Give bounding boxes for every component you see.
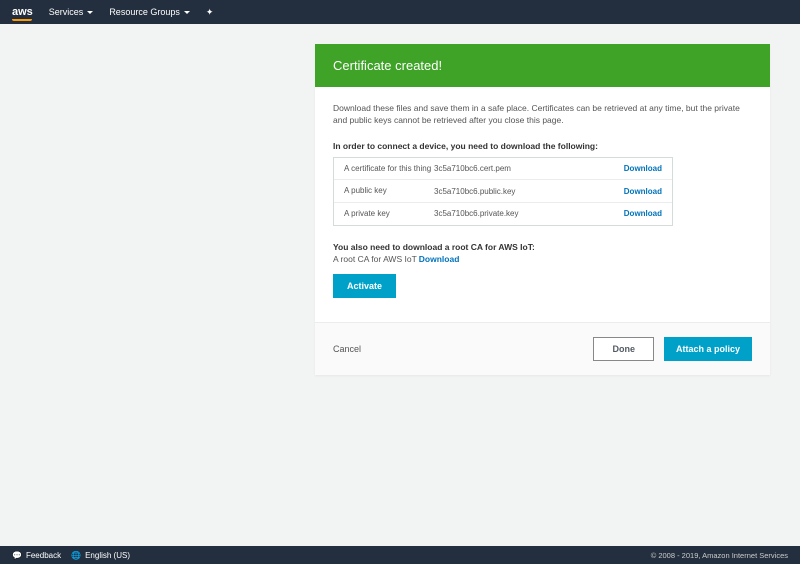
row-filename: 3c5a710bc6.cert.pem bbox=[434, 164, 624, 173]
table-row: A public key 3c5a710bc6.public.key Downl… bbox=[334, 180, 672, 203]
nav-resource-groups-label: Resource Groups bbox=[109, 7, 180, 17]
attach-policy-button[interactable]: Attach a policy bbox=[664, 337, 752, 361]
cancel-link[interactable]: Cancel bbox=[333, 344, 593, 354]
description-text: Download these files and save them in a … bbox=[333, 103, 752, 127]
language-selector[interactable]: 🌐 English (US) bbox=[71, 551, 130, 560]
root-ca-title: You also need to download a root CA for … bbox=[333, 242, 752, 252]
row-filename: 3c5a710bc6.public.key bbox=[434, 187, 624, 196]
top-nav: aws Services Resource Groups ✦ bbox=[0, 0, 800, 24]
root-ca-section: You also need to download a root CA for … bbox=[333, 242, 752, 264]
download-link[interactable]: Download bbox=[624, 164, 662, 173]
aws-logo[interactable]: aws bbox=[12, 6, 33, 18]
bottom-bar: 💬 Feedback 🌐 English (US) © 2008 - 2019,… bbox=[0, 546, 800, 564]
nav-services[interactable]: Services bbox=[49, 7, 94, 17]
language-label: English (US) bbox=[85, 551, 130, 560]
feedback-link[interactable]: 💬 Feedback bbox=[12, 551, 61, 560]
row-label: A certificate for this thing bbox=[344, 164, 434, 174]
table-row: A certificate for this thing 3c5a710bc6.… bbox=[334, 158, 672, 181]
success-banner: Certificate created! bbox=[315, 44, 770, 87]
caret-down-icon bbox=[87, 11, 93, 14]
download-table: A certificate for this thing 3c5a710bc6.… bbox=[333, 157, 673, 226]
table-row: A private key 3c5a710bc6.private.key Dow… bbox=[334, 203, 672, 225]
feedback-label: Feedback bbox=[26, 551, 61, 560]
download-link[interactable]: Download bbox=[624, 187, 662, 196]
caret-down-icon bbox=[184, 11, 190, 14]
certificate-panel: Certificate created! Download these file… bbox=[315, 44, 770, 375]
pin-icon[interactable]: ✦ bbox=[206, 7, 214, 18]
nav-resource-groups[interactable]: Resource Groups bbox=[109, 7, 190, 17]
root-ca-label: A root CA for AWS IoT bbox=[333, 254, 417, 264]
root-ca-text: A root CA for AWS IoTDownload bbox=[333, 254, 752, 264]
row-filename: 3c5a710bc6.private.key bbox=[434, 209, 624, 218]
root-ca-download-link[interactable]: Download bbox=[419, 254, 460, 264]
nav-services-label: Services bbox=[49, 7, 84, 17]
download-intro: In order to connect a device, you need t… bbox=[333, 141, 752, 151]
download-link[interactable]: Download bbox=[624, 209, 662, 218]
speech-bubble-icon: 💬 bbox=[12, 551, 22, 560]
panel-body: Download these files and save them in a … bbox=[315, 87, 770, 322]
row-label: A public key bbox=[344, 186, 434, 196]
activate-button[interactable]: Activate bbox=[333, 274, 396, 298]
main-content: Certificate created! Download these file… bbox=[0, 24, 800, 375]
copyright-text: © 2008 - 2019, Amazon Internet Services bbox=[651, 551, 788, 560]
bottom-left: 💬 Feedback 🌐 English (US) bbox=[12, 551, 130, 560]
globe-icon: 🌐 bbox=[71, 551, 81, 560]
footer-actions: Cancel Done Attach a policy bbox=[315, 322, 770, 375]
done-button[interactable]: Done bbox=[593, 337, 654, 361]
row-label: A private key bbox=[344, 209, 434, 219]
